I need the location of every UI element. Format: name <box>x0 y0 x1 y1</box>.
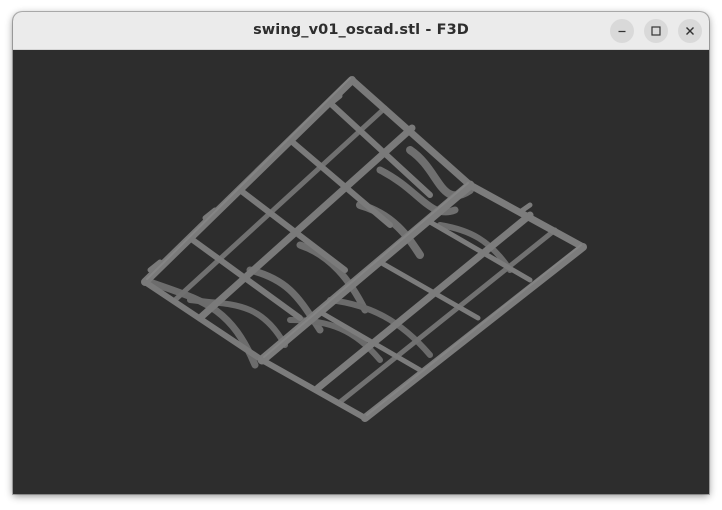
close-button[interactable] <box>678 19 702 43</box>
minimize-button[interactable] <box>610 19 634 43</box>
window-title: swing_v01_oscad.stl - F3D <box>253 22 469 38</box>
swing-model <box>141 76 587 422</box>
app-window: swing_v01_oscad.stl - F3D <box>13 12 709 494</box>
maximize-button[interactable] <box>644 19 668 43</box>
maximize-icon <box>651 26 661 36</box>
3d-viewport[interactable] <box>13 50 709 494</box>
close-icon <box>686 27 694 35</box>
minimize-icon <box>618 30 626 33</box>
title-bar[interactable]: swing_v01_oscad.stl - F3D <box>13 12 709 50</box>
